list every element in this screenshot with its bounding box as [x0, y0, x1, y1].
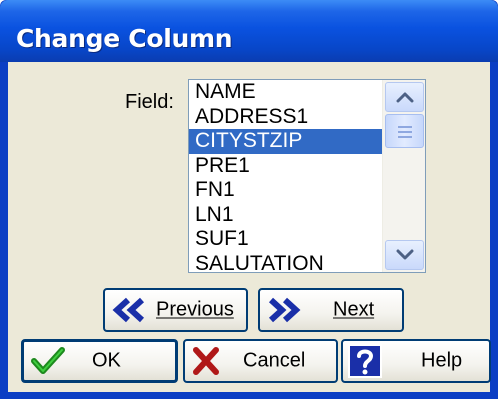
previous-button[interactable]: Previous [103, 288, 248, 332]
field-list-items: NAME ADDRESS1 CITYSTZIP PRE1 FN1 LN1 SUF… [189, 80, 382, 272]
window-title: Change Column [16, 24, 233, 53]
dialog-body: Field: NAME ADDRESS1 CITYSTZIP PRE1 FN1 … [8, 62, 491, 392]
scroll-down-button[interactable] [385, 240, 424, 270]
cancel-button[interactable]: Cancel [183, 339, 338, 383]
list-item-citystzip[interactable]: CITYSTZIP [189, 129, 382, 154]
ok-button-label: OK [92, 349, 121, 372]
double-chevron-left-icon [112, 297, 145, 323]
next-button-label: Next [333, 298, 375, 321]
field-label: Field: [125, 91, 174, 113]
list-item-name[interactable]: NAME [189, 80, 382, 105]
thumb-grip-line [398, 131, 412, 133]
chevron-down-icon [396, 249, 413, 260]
next-button[interactable]: Next [258, 288, 404, 332]
previous-button-label: Previous [156, 298, 234, 321]
help-button-label: Help [421, 349, 463, 372]
list-item-ln1[interactable]: LN1 [189, 203, 382, 228]
help-button[interactable]: Help [341, 339, 491, 383]
thumb-grip-line [398, 126, 412, 128]
list-item-salutation[interactable]: SALUTATION [189, 252, 382, 273]
chevron-up-icon [396, 92, 413, 103]
ok-button[interactable]: OK [21, 339, 178, 383]
checkmark-icon [31, 347, 65, 374]
title-bar[interactable]: Change Column [0, 0, 498, 62]
listbox-scrollbar[interactable] [382, 80, 425, 272]
field-listbox[interactable]: NAME ADDRESS1 CITYSTZIP PRE1 FN1 LN1 SUF… [188, 79, 426, 273]
x-icon [193, 347, 219, 375]
list-item-fn1[interactable]: FN1 [189, 178, 382, 203]
change-column-dialog: Change Column Field: NAME ADDRESS1 CITYS… [0, 0, 498, 399]
thumb-grip-line [398, 136, 412, 138]
cancel-button-label: Cancel [243, 349, 306, 372]
list-item-suf1[interactable]: SUF1 [189, 227, 382, 252]
scroll-thumb[interactable] [385, 114, 424, 148]
question-mark-icon [348, 344, 382, 378]
list-item-address1[interactable]: ADDRESS1 [189, 105, 382, 130]
list-item-pre1[interactable]: PRE1 [189, 154, 382, 179]
double-chevron-right-icon [268, 297, 301, 323]
scroll-up-button[interactable] [385, 82, 424, 112]
